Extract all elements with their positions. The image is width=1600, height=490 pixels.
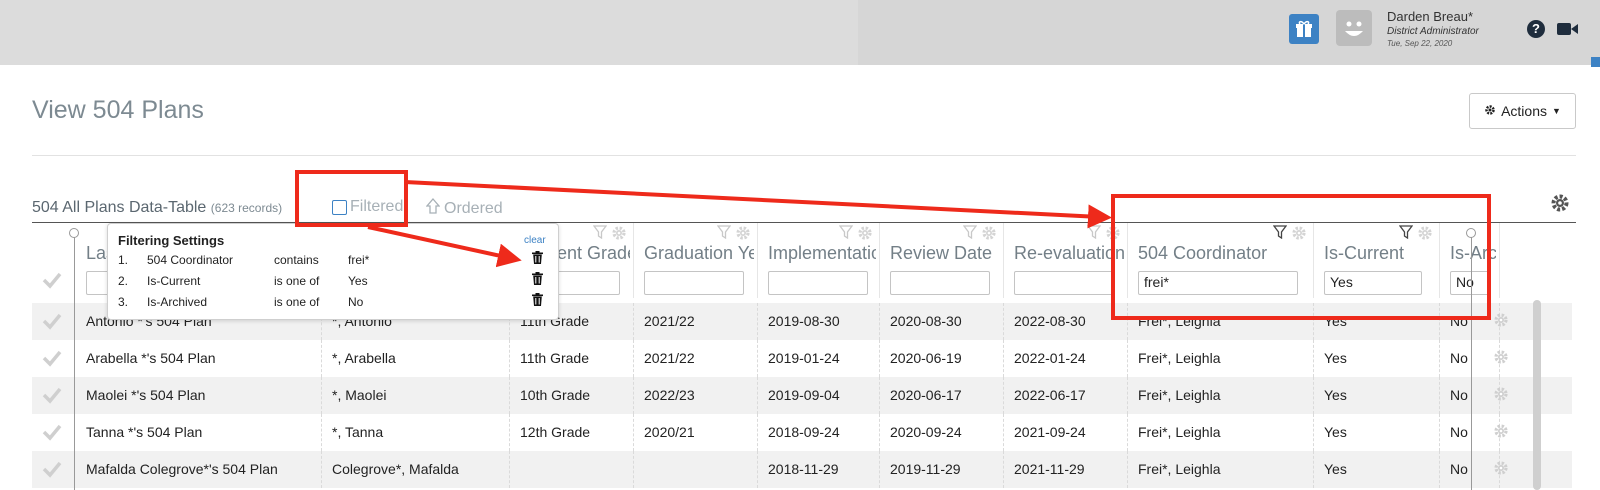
- annotation-arrows: [367, 180, 1112, 268]
